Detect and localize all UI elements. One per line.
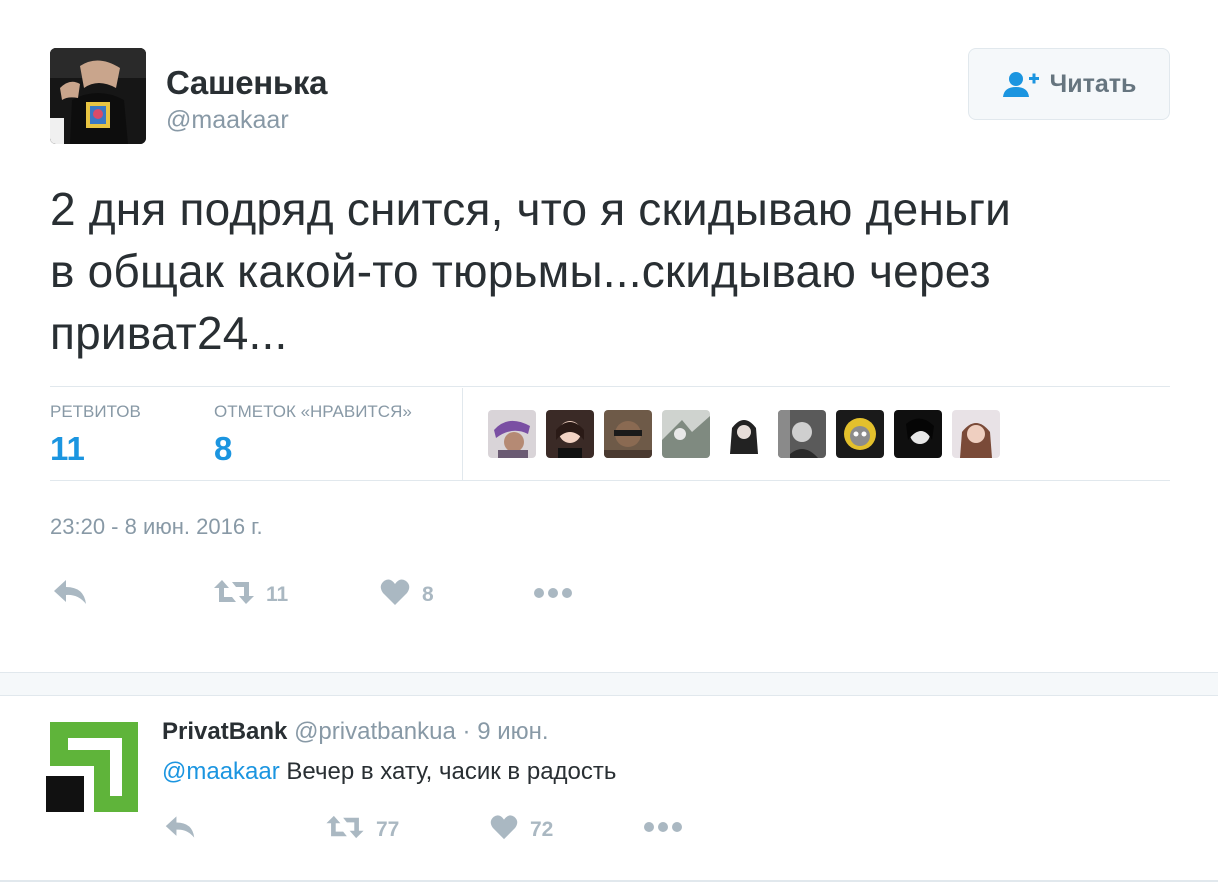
reply-reply-button[interactable] xyxy=(164,814,196,845)
reply-author-name[interactable]: PrivatBank xyxy=(162,718,287,745)
likes-stat[interactable]: ОТМЕТОК «НРАВИТСЯ» 8 xyxy=(214,402,412,468)
reply-like-count: 72 xyxy=(530,817,554,841)
follow-button-label: Читать xyxy=(1049,69,1137,98)
stats-bottom-divider xyxy=(50,480,1170,481)
author-name[interactable]: Сашенька xyxy=(166,64,327,102)
like-count: 8 xyxy=(422,582,434,606)
retweet-count: 11 xyxy=(266,582,289,606)
reply-text: @maakaar Вечер в хату, часик в радость xyxy=(162,758,616,786)
reply-like-button[interactable]: 72 xyxy=(490,814,553,845)
liker-avatar[interactable] xyxy=(488,410,536,458)
liker-avatar[interactable] xyxy=(952,410,1000,458)
retweets-stat-value: 11 xyxy=(50,430,85,467)
liker-avatar[interactable] xyxy=(894,410,942,458)
retweet-icon xyxy=(326,814,364,845)
tweet-text: 2 дня подряд снится, что я скидываю день… xyxy=(50,178,1180,364)
reply-mention-link[interactable]: @maakaar xyxy=(162,758,280,785)
like-button[interactable]: 8 xyxy=(380,578,434,611)
likers-avatars xyxy=(488,410,1000,458)
liker-avatar[interactable] xyxy=(720,410,768,458)
author-avatar[interactable] xyxy=(50,48,146,144)
tweet-text-line: приват24... xyxy=(50,307,288,359)
liker-avatar[interactable] xyxy=(604,410,652,458)
tweet-text-line: 2 дня подряд снится, что я скидываю день… xyxy=(50,183,1012,235)
reply-icon xyxy=(164,814,196,845)
more-dots-icon xyxy=(534,586,572,604)
reply-more-button[interactable] xyxy=(644,820,682,838)
reply-header: PrivatBank @privatbankua · 9 июн. xyxy=(162,718,549,746)
stats-top-divider xyxy=(50,386,1170,387)
follow-person-plus-icon xyxy=(1002,70,1040,98)
likes-stat-label: ОТМЕТОК «НРАВИТСЯ» xyxy=(214,402,412,421)
tweet-text-line: в общак какой-то тюрьмы...скидываю через xyxy=(50,245,991,297)
retweets-stat[interactable]: РЕТВИТОВ 11 xyxy=(50,402,141,468)
main-tweet: Сашенька @maakaar Читать 2 дня подряд сн… xyxy=(0,0,1218,672)
heart-icon xyxy=(380,578,410,611)
liker-avatar[interactable] xyxy=(662,410,710,458)
liker-avatar[interactable] xyxy=(836,410,884,458)
retweet-icon xyxy=(214,578,254,611)
stats-separator xyxy=(462,388,463,480)
reply-button[interactable] xyxy=(52,578,88,611)
tweet-timestamp[interactable]: 23:20 - 8 июн. 2016 г. xyxy=(50,514,263,540)
feed-separator xyxy=(0,672,1218,696)
tweet-actions: 11 8 xyxy=(0,570,1218,610)
more-dots-icon xyxy=(644,820,682,838)
author-handle[interactable]: @maakaar xyxy=(166,106,289,135)
likes-stat-value: 8 xyxy=(214,430,233,467)
follow-button[interactable]: Читать xyxy=(968,48,1170,120)
reply-separator: · xyxy=(462,718,478,745)
reply-retweet-button[interactable]: 77 xyxy=(326,814,399,845)
reply-author-handle[interactable]: @privatbankua xyxy=(294,718,456,745)
heart-icon xyxy=(490,814,518,845)
reply-date[interactable]: 9 июн. xyxy=(477,718,548,745)
reply-icon xyxy=(52,578,88,611)
more-button[interactable] xyxy=(534,586,572,604)
retweets-stat-label: РЕТВИТОВ xyxy=(50,402,141,421)
reply-tweet: PrivatBank @privatbankua · 9 июн. @maaka… xyxy=(0,696,1218,882)
privatbank-logo[interactable] xyxy=(46,722,138,812)
retweet-button[interactable]: 11 xyxy=(214,578,288,611)
reply-actions: 77 72 xyxy=(0,812,1218,848)
liker-avatar[interactable] xyxy=(546,410,594,458)
reply-retweet-count: 77 xyxy=(376,817,400,841)
liker-avatar[interactable] xyxy=(778,410,826,458)
reply-body: Вечер в хату, часик в радость xyxy=(279,758,617,785)
